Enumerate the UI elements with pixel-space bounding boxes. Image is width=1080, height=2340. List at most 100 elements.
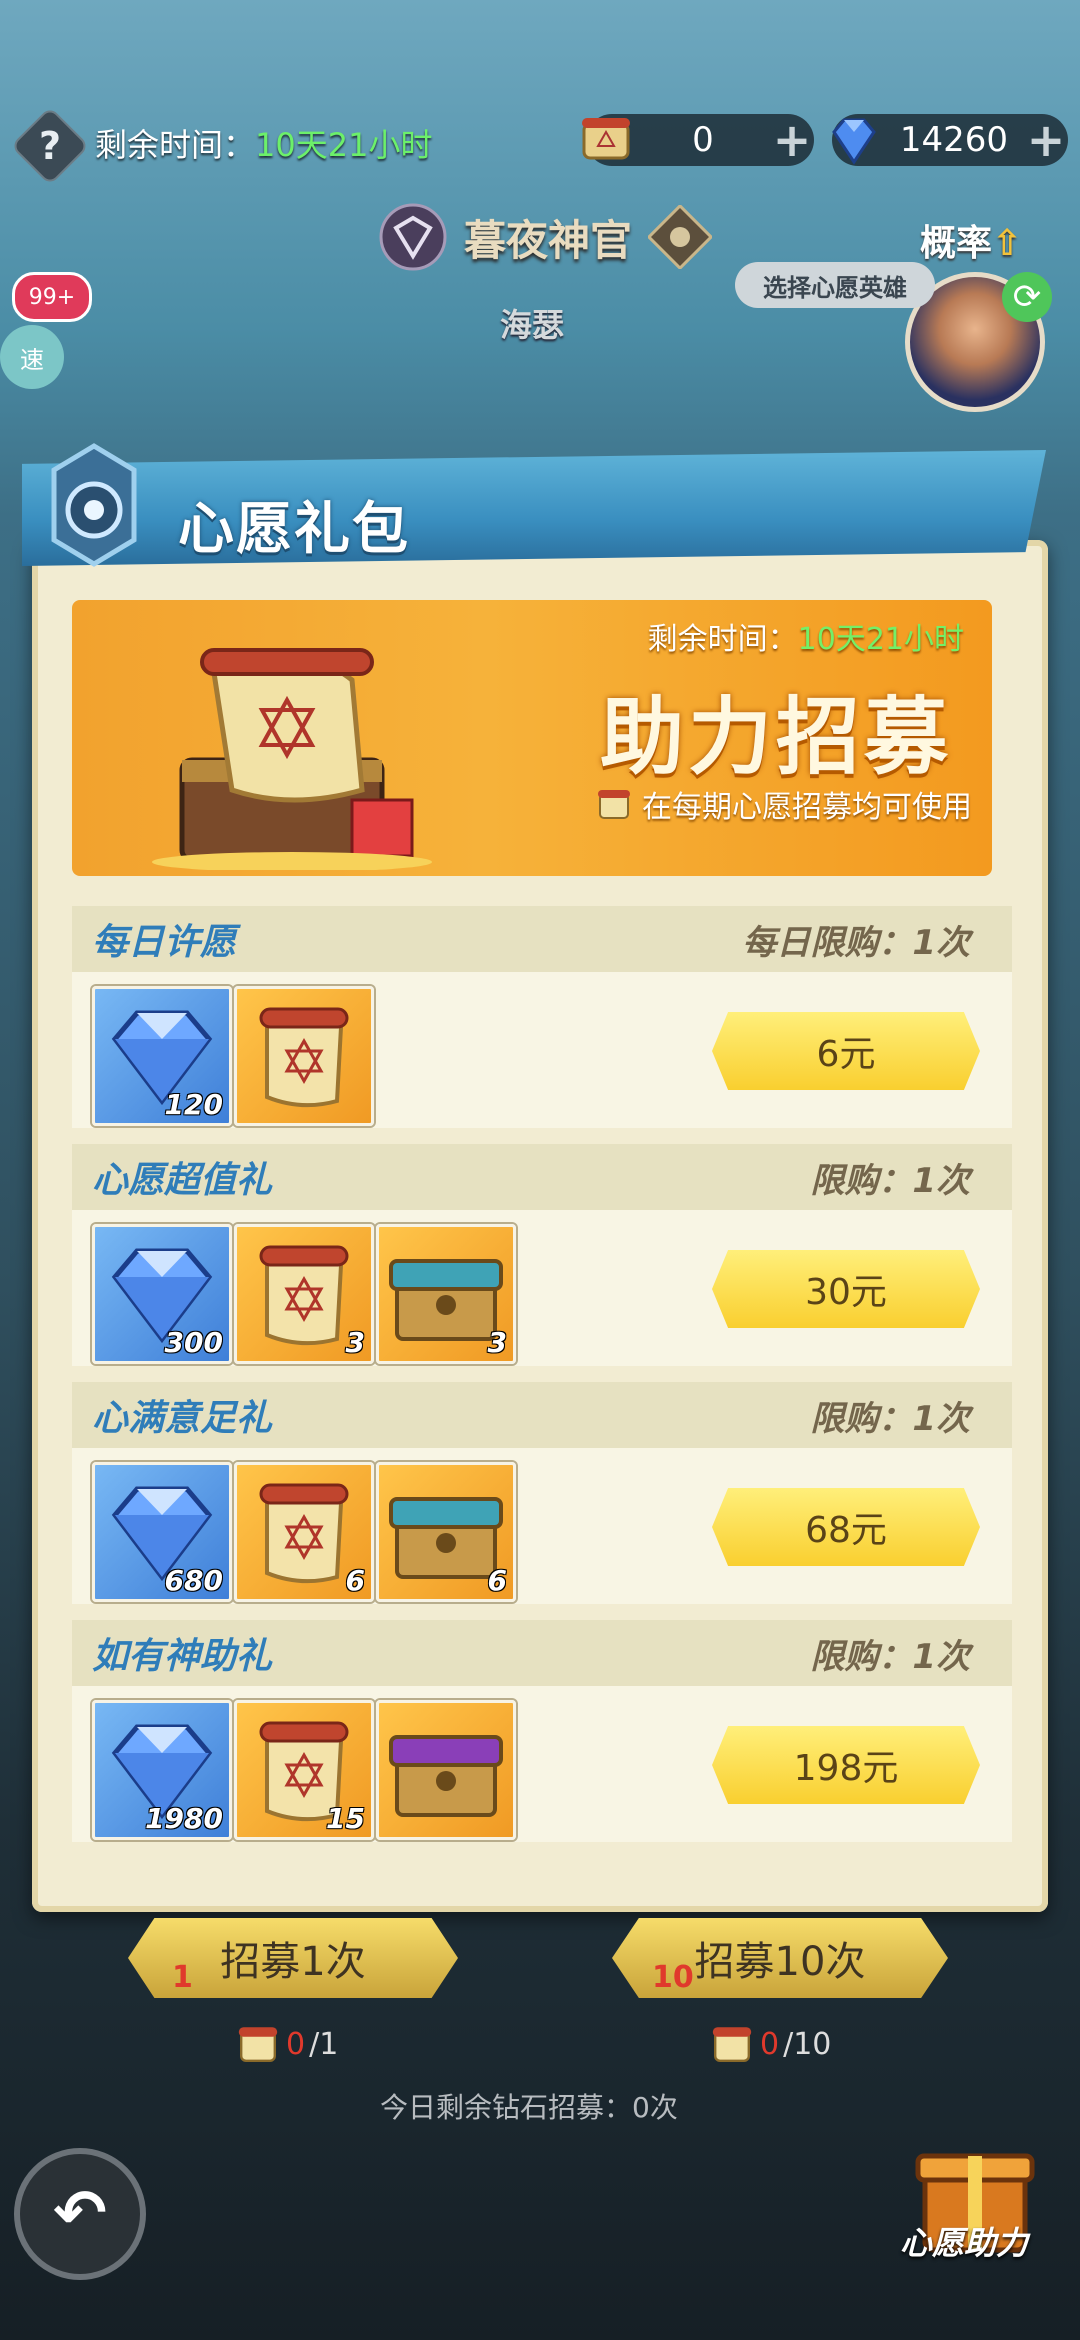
popup-header-ribbon: [22, 450, 1046, 566]
pack-header: 心满意足礼 限购：1次: [72, 1382, 1012, 1448]
recruit-1-cost: 0/1: [234, 2020, 338, 2068]
scroll-icon: [712, 2027, 752, 2062]
reward-count: 3: [345, 1326, 365, 1359]
reward-item[interactable]: [234, 986, 374, 1126]
recruit-10-cost-badge: 10: [652, 1960, 694, 1995]
add-diamond-button[interactable]: +: [1024, 113, 1068, 167]
gift-pack: 心满意足礼 限购：1次 680 6 6 68元: [72, 1382, 1012, 1604]
arrow-up-icon: ⇧: [992, 223, 1023, 264]
reward-item[interactable]: 120: [92, 986, 232, 1126]
pack-body: 680 6 6 68元: [72, 1448, 1012, 1604]
recruit-1-cost-badge: 1: [172, 1960, 193, 1995]
probability-label: 概率: [920, 223, 993, 264]
recruit-10-label: 招募10次: [694, 1939, 866, 1985]
pack-header: 如有神助礼 限购：1次: [72, 1620, 1012, 1686]
buy-button[interactable]: 68元: [712, 1488, 980, 1566]
diamond-icon: [832, 118, 876, 165]
recruit-1-have: 0: [286, 2026, 306, 2062]
remaining-time-value: 10天21小时: [255, 126, 433, 164]
popup-title: 心愿礼包: [178, 497, 410, 562]
buy-button[interactable]: 30元: [712, 1250, 980, 1328]
pack-body: 120 6元: [72, 972, 1012, 1128]
promo-remaining-time: 剩余时间：10天21小时: [648, 614, 964, 658]
wish-help-label: 心愿助力: [900, 2224, 1029, 2262]
scroll-icon: [582, 118, 630, 160]
add-scroll-button[interactable]: +: [770, 113, 814, 167]
pack-name: 每日许愿: [92, 922, 237, 963]
promo-headline: 助力招募: [599, 688, 952, 786]
promo-note-text: 在每期心愿招募均可使用: [642, 790, 972, 825]
pack-body: 300 3 3 30元: [72, 1210, 1012, 1366]
promo-note: 在每期心愿招募均可使用: [594, 782, 972, 826]
reward-item[interactable]: 1980: [92, 1700, 232, 1840]
treasure-chest-scroll-icon: [152, 648, 432, 870]
speed-button[interactable]: 速: [0, 325, 64, 389]
reward-count: 15: [326, 1802, 365, 1835]
scroll-count: 0: [692, 120, 714, 160]
select-wish-hero-button[interactable]: 选择心愿英雄: [735, 262, 935, 308]
reward-item[interactable]: 3: [376, 1224, 516, 1364]
recruit-1-label: 招募1次: [220, 1939, 366, 1985]
pack-header: 心愿超值礼 限购：1次: [72, 1144, 1012, 1210]
pack-limit: 每日限购：1次: [742, 922, 970, 963]
gift-pack: 每日许愿 每日限购：1次 120 6元: [72, 906, 1012, 1128]
recruit-10-cost: 0/10: [708, 2020, 831, 2068]
remaining-time-label: 剩余时间：: [95, 126, 256, 164]
help-button[interactable]: ?: [10, 106, 90, 186]
pack-limit: 限购：1次: [810, 1398, 970, 1439]
promo-time-label: 剩余时间：: [647, 622, 798, 657]
banner-title: 暮夜神官: [463, 215, 632, 265]
reward-item[interactable]: 15: [234, 1700, 374, 1840]
promo-time-value: 10天21小时: [797, 622, 964, 657]
pack-limit: 限购：1次: [810, 1636, 970, 1677]
faction-emblem-icon: [379, 203, 447, 271]
wish-emblem-icon: [51, 443, 137, 567]
remaining-time: 剩余时间：10天21小时: [95, 120, 432, 166]
pack-name: 心愿超值礼: [92, 1160, 273, 1201]
recruit-1-need: /1: [309, 2026, 339, 2062]
treasure-chest-icon: [389, 1735, 503, 1817]
reward-item[interactable]: [376, 1700, 516, 1840]
reward-item[interactable]: 300: [92, 1224, 232, 1364]
reward-count: 300: [164, 1326, 223, 1359]
pack-body: 1980 15 198元: [72, 1686, 1012, 1842]
diamond-resource: 14260 +: [832, 113, 1068, 167]
refresh-icon[interactable]: ⟳: [1002, 272, 1052, 322]
scroll-icon: [598, 790, 630, 819]
hero-name: 海瑟: [500, 306, 565, 344]
promo-banner: 剩余时间：10天21小时 助力招募 在每期心愿招募均可使用: [72, 600, 992, 876]
scroll-resource: 0 +: [582, 113, 814, 167]
back-button[interactable]: ↶: [14, 2148, 146, 2280]
buy-button[interactable]: 6元: [712, 1012, 980, 1090]
pack-name: 如有神助礼: [92, 1636, 273, 1677]
reward-count: 6: [487, 1564, 507, 1597]
today-remaining-text: 今日剩余钻石招募：0次: [380, 2091, 678, 2124]
buy-button[interactable]: 198元: [712, 1726, 980, 1804]
diamond-count: 14260: [899, 120, 1009, 160]
scroll-icon: [259, 1007, 349, 1108]
gift-pack: 心愿超值礼 限购：1次 300 3 3 30元: [72, 1144, 1012, 1366]
scroll-icon: [238, 2027, 278, 2062]
reward-count: 680: [164, 1564, 223, 1597]
back-arrow-icon: ↶: [53, 2177, 107, 2251]
question-icon: ?: [38, 124, 62, 168]
reward-count: 1980: [145, 1802, 223, 1835]
probability-button[interactable]: 概率⇧: [920, 214, 1022, 266]
reward-item[interactable]: 680: [92, 1462, 232, 1602]
gift-pack: 如有神助礼 限购：1次 1980 15 198元: [72, 1620, 1012, 1842]
reward-item[interactable]: 6: [376, 1462, 516, 1602]
speed-label: 速: [20, 345, 44, 374]
pack-header: 每日许愿 每日限购：1次: [72, 906, 1012, 972]
reward-count: 3: [487, 1326, 507, 1359]
reward-item[interactable]: 3: [234, 1224, 374, 1364]
reward-count: 6: [345, 1564, 365, 1597]
reward-count: 120: [164, 1088, 223, 1121]
notification-badge: 99+: [12, 272, 92, 322]
recruit-10-have: 0: [760, 2026, 780, 2062]
recruit-10-need: /10: [783, 2026, 832, 2062]
pack-name: 心满意足礼: [92, 1398, 273, 1439]
class-emblem-icon: [648, 205, 712, 269]
pack-limit: 限购：1次: [810, 1160, 970, 1201]
hero-banner-title: 暮夜神官: [360, 203, 730, 271]
reward-item[interactable]: 6: [234, 1462, 374, 1602]
